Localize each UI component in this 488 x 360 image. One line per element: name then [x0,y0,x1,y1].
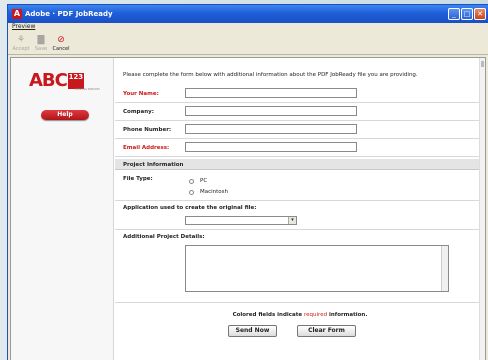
form-intro: Please complete the form below with addi… [123,72,418,78]
adobe-icon: A [12,9,22,19]
chevron-down-icon[interactable]: ▾ [288,217,296,224]
your-name-field[interactable] [185,88,357,98]
phone-row: Phone Number: [115,121,485,139]
accept-button[interactable]: ⚘ Accept [11,33,31,54]
window-controls: _ □ ✕ [448,8,486,20]
email-field[interactable] [185,142,357,152]
scroll-thumb[interactable] [481,61,484,67]
textarea-scrollbar[interactable] [441,246,448,291]
maximize-button[interactable]: □ [461,8,473,20]
your-name-label: Your Name: [123,91,159,97]
save-label: Save [34,46,48,52]
content-scrollbar[interactable] [479,58,485,360]
radio-macintosh-button[interactable] [189,189,194,195]
toolbar: ⚘ Accept ▇ Save ⊘ Cancel [8,33,488,55]
logo-text: ABC [29,70,68,91]
note-prefix: Colored fields indicate [232,312,303,318]
divider [115,302,485,303]
menu-item-preview[interactable]: Preview [12,23,35,30]
email-label: Email Address: [123,145,170,151]
content-area: ABC 123 PRINTING SERVICES Help Please co… [10,57,486,360]
app-window: A Adobe · PDF JobReady _ □ ✕ Preview ⚘ A… [7,4,488,360]
company-field[interactable] [185,106,357,116]
radio-pc-label: PC [200,178,208,184]
sidebar: ABC 123 PRINTING SERVICES Help [11,58,114,360]
save-icon: ▇ [37,35,45,45]
close-button[interactable]: ✕ [474,8,486,20]
radio-macintosh[interactable]: Macintosh [189,189,228,195]
logo-subtitle: PRINTING SERVICES [75,88,100,91]
application-select[interactable]: ▾ [185,216,297,225]
file-type-label: File Type: [123,176,153,182]
required-note: Colored fields indicate required informa… [115,312,485,318]
application-label: Application used to create the original … [123,205,257,211]
company-row: Company: [115,103,485,121]
radio-pc-button[interactable] [189,178,194,184]
details-label: Additional Project Details: [123,234,205,240]
note-required: required [304,312,328,318]
save-button[interactable]: ▇ Save [31,33,51,54]
cancel-icon: ⊘ [57,35,65,45]
clear-form-button[interactable]: Clear Form [297,325,356,337]
phone-label: Phone Number: [123,127,172,133]
company-label: Company: [123,109,154,115]
menu-bar: Preview [8,23,488,33]
window-title: Adobe · PDF JobReady [25,10,113,18]
note-suffix: information. [329,312,368,318]
minimize-button[interactable]: _ [448,8,460,20]
divider [115,229,485,230]
cancel-button[interactable]: ⊘ Cancel [51,33,71,54]
project-info-section: Project Information [115,159,485,170]
email-row: Email Address: [115,139,485,157]
your-name-row: Your Name: [115,85,485,103]
cancel-label: Cancel [52,46,70,52]
section-title: Project Information [123,162,184,168]
radio-pc[interactable]: PC [189,178,207,184]
send-now-button[interactable]: Send Now [228,325,277,337]
logo-badge: 123 [67,72,84,89]
phone-field[interactable] [185,124,357,134]
accept-icon: ⚘ [16,35,26,45]
title-bar[interactable]: A Adobe · PDF JobReady _ □ ✕ [8,5,488,23]
details-textarea[interactable] [185,245,449,292]
accept-label: Accept [12,46,30,52]
help-button[interactable]: Help [41,110,89,120]
form-panel: Please complete the form below with addi… [115,58,485,360]
divider [115,200,485,201]
radio-macintosh-label: Macintosh [200,189,229,195]
